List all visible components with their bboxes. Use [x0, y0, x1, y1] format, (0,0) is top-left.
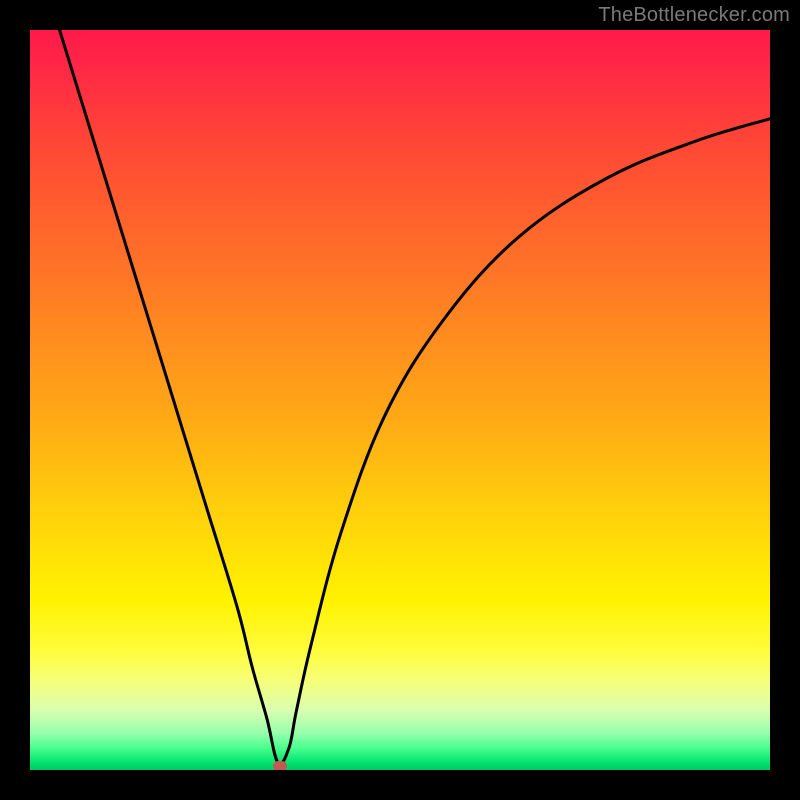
min-marker	[273, 761, 287, 770]
watermark-text: TheBottlenecker.com	[598, 4, 790, 27]
chart-plot-area	[30, 30, 770, 770]
bottleneck-curve-line	[60, 30, 770, 764]
chart-curve-svg	[30, 30, 770, 770]
